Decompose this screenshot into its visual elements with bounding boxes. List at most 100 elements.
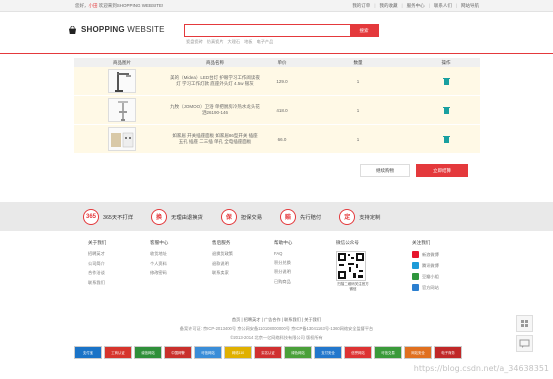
product-quantity[interactable]: 1 bbox=[304, 137, 412, 142]
service-compensation-icon: 赔 bbox=[280, 208, 297, 225]
header-divider bbox=[0, 53, 553, 54]
service-label: 先行赔付 bbox=[300, 214, 322, 221]
service-custom-icon: 定 bbox=[339, 208, 356, 225]
service-item: 保担保交易 bbox=[220, 208, 262, 225]
trust-badge[interactable]: 支付安全 bbox=[314, 346, 342, 359]
hot-words: 瓷盘瓷砖 仿真瓷片 大理石 地板 电子产品 bbox=[186, 39, 273, 45]
bottom-link[interactable]: 招聘英才 bbox=[244, 317, 261, 322]
hot-word[interactable]: 地板 bbox=[244, 39, 252, 45]
my-favorites-link[interactable]: 我的收藏 bbox=[379, 3, 397, 9]
delete-icon[interactable] bbox=[442, 135, 450, 143]
greeting: 您好， bbox=[75, 3, 89, 8]
cart-header: 商品图片 商品名称 单价 数量 操作 bbox=[74, 58, 480, 67]
delete-icon[interactable] bbox=[442, 106, 450, 114]
hot-word[interactable]: 电子产品 bbox=[257, 39, 274, 45]
trust-badge[interactable]: 绿色网站 bbox=[284, 346, 312, 359]
footer-link[interactable]: 合作洽谈 bbox=[88, 270, 150, 276]
footer-link[interactable]: 公司简介 bbox=[88, 261, 150, 267]
my-orders-link[interactable]: 我的订单 bbox=[352, 3, 370, 9]
service-center-link[interactable]: 服务中心 bbox=[407, 3, 425, 9]
trust-badge[interactable]: 实名认证 bbox=[254, 346, 282, 359]
service-exchange-icon: 换 bbox=[151, 208, 168, 225]
footer-link[interactable]: 已购商品 bbox=[274, 279, 336, 285]
search-box: 搜索 bbox=[184, 24, 379, 37]
welcome-text: 您好，小田 欢迎来到SHOPPING WEBSITE! bbox=[75, 3, 163, 9]
hot-word[interactable]: 仿真瓷片 bbox=[207, 39, 224, 45]
footer-link[interactable]: 个人资料 bbox=[150, 261, 212, 267]
contact-link[interactable]: 联系人们 bbox=[434, 3, 452, 9]
hot-word[interactable]: 瓷盘瓷砖 bbox=[186, 39, 203, 45]
product-name[interactable]: 美的（Midea）LED台灯 护眼学习工作阅读夜灯 学习工作灯款 底座外头灯 4… bbox=[170, 75, 260, 87]
follow-label: 官方网站 bbox=[422, 284, 439, 290]
footer-link[interactable]: 积分说明 bbox=[274, 269, 336, 275]
trust-badge[interactable]: 信誉网站 bbox=[344, 346, 372, 359]
chat-icon bbox=[519, 339, 530, 348]
trust-badge[interactable]: 网站安全 bbox=[404, 346, 432, 359]
footer-link[interactable]: 积分兑换 bbox=[274, 260, 336, 266]
search-input[interactable] bbox=[185, 25, 350, 36]
footer-link[interactable]: 收货地址 bbox=[150, 251, 212, 257]
footer-column: 客服中心 收货地址 个人资料 修改密码 bbox=[150, 240, 212, 295]
site-nav-link[interactable]: 网站导航 bbox=[461, 3, 479, 9]
qr-title: 微信公众号 bbox=[336, 240, 359, 245]
follow-douban[interactable]: 豆瓣小组 bbox=[412, 273, 472, 280]
follow-label: 新浪微博 bbox=[422, 251, 439, 257]
service-label: 365天不打烊 bbox=[103, 214, 134, 221]
bottom-link[interactable]: 关于我们 bbox=[304, 317, 321, 322]
follow-label: 腾讯微博 bbox=[422, 262, 439, 268]
follow-tencent[interactable]: 腾讯微博 bbox=[412, 262, 472, 269]
continue-shopping-button[interactable]: 继续购物 bbox=[360, 164, 410, 177]
trust-badge[interactable]: 可信网站 bbox=[194, 346, 222, 359]
grid-icon bbox=[521, 320, 528, 327]
top-links: 我的订单 | 我的收藏 | 服务中心 | 联系人们 | 网站导航 bbox=[352, 3, 479, 9]
footer-qr-column: 微信公众号 扫描二维码关注官方微信 bbox=[336, 240, 412, 295]
tencent-weibo-icon bbox=[412, 262, 419, 269]
delete-icon[interactable] bbox=[442, 77, 450, 85]
col-qty-header: 数量 bbox=[353, 59, 363, 65]
footer-column-title: 帮助中心 bbox=[274, 240, 293, 245]
footer-link[interactable]: 招聘英才 bbox=[88, 251, 150, 257]
top-bar: 您好，小田 欢迎来到SHOPPING WEBSITE! 我的订单 | 我的收藏 | … bbox=[0, 0, 553, 12]
product-name[interactable]: 如家居 开关插座面板 如家居86型开关 插座 五孔 插座 二三插 单孔 全电插座… bbox=[170, 133, 260, 145]
username-link[interactable]: 小田 bbox=[89, 3, 98, 8]
footer-link[interactable]: 退换货政策 bbox=[212, 251, 274, 257]
search-button[interactable]: 搜索 bbox=[350, 25, 378, 36]
trust-badge[interactable]: 中国网警 bbox=[164, 346, 192, 359]
product-name[interactable]: 九牧（JOMOO）卫浴 单把厨房冷热水龙头花洒26190-146 bbox=[170, 104, 260, 116]
trust-badge[interactable]: 网络110 bbox=[224, 346, 252, 359]
hot-word[interactable]: 大理石 bbox=[228, 39, 241, 45]
trust-badge[interactable]: 电子商务 bbox=[434, 346, 462, 359]
footer-link[interactable]: FAQ bbox=[274, 251, 336, 256]
product-quantity[interactable]: 1 bbox=[304, 108, 412, 113]
product-quantity[interactable]: 1 bbox=[304, 79, 412, 84]
back-to-top-button[interactable] bbox=[516, 315, 533, 332]
bottom-link[interactable]: 联系我们 bbox=[284, 317, 301, 322]
footer-link[interactable]: 退款说明 bbox=[212, 261, 274, 267]
follow-official[interactable]: 官方网站 bbox=[412, 284, 472, 291]
col-image-header: 商品图片 bbox=[113, 59, 131, 65]
license-text: 备案许可证: 京ICP-2013400号 京公网安备110108000000号 … bbox=[179, 326, 374, 331]
product-thumbnail-lamp[interactable] bbox=[108, 69, 136, 93]
footer-column-title: 售后服务 bbox=[212, 240, 231, 245]
col-price-header: 单价 bbox=[277, 59, 287, 65]
footer-column: 帮助中心 FAQ 积分兑换 积分说明 已购商品 bbox=[274, 240, 336, 295]
footer-link[interactable]: 修改密码 bbox=[150, 270, 212, 276]
site-logo[interactable]: SHOPPING WEBSITE bbox=[68, 25, 165, 34]
bottom-link[interactable]: 首页 bbox=[232, 317, 240, 322]
customer-service-button[interactable] bbox=[516, 335, 533, 352]
footer-link[interactable]: 联系卖家 bbox=[212, 270, 274, 276]
service-guarantee-icon: 保 bbox=[220, 208, 237, 225]
trust-badge[interactable]: 诚信网站 bbox=[134, 346, 162, 359]
table-row: 如家居 开关插座面板 如家居86型开关 插座 五孔 插座 二三插 单孔 全电插座… bbox=[74, 125, 480, 154]
trust-badge[interactable]: 支付宝 bbox=[74, 346, 102, 359]
product-thumbnail-faucet[interactable] bbox=[108, 98, 136, 122]
follow-label: 豆瓣小组 bbox=[422, 273, 439, 279]
follow-weibo[interactable]: 新浪微博 bbox=[412, 251, 472, 258]
checkout-button[interactable]: 立即结算 bbox=[416, 164, 468, 177]
trust-badge[interactable]: 可信交易 bbox=[374, 346, 402, 359]
bottom-link[interactable]: 广告合作 bbox=[264, 317, 281, 322]
bottom-info: 首页 | 招聘英才 | 广告合作 | 联系我们 | 关于我们 备案许可证: 京I… bbox=[0, 317, 553, 341]
product-thumbnail-socket[interactable] bbox=[108, 127, 136, 151]
trust-badge[interactable]: 工商认证 bbox=[104, 346, 132, 359]
footer-link[interactable]: 联系我们 bbox=[88, 280, 150, 286]
